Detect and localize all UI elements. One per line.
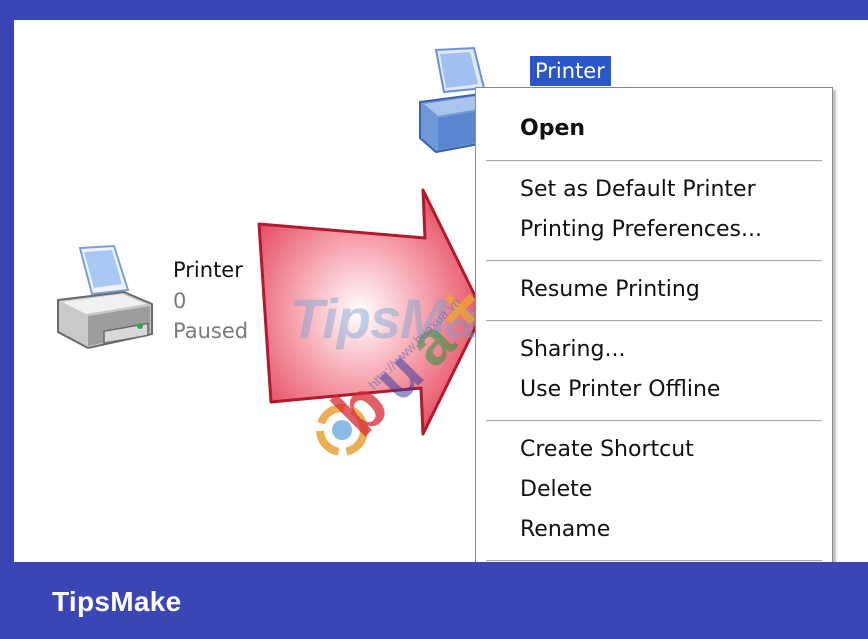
footer-brand: TipsMake [52,586,182,617]
menu-item-set-default[interactable]: Set as Default Printer [520,177,756,202]
menu-separator [486,260,822,262]
menu-item-resume-printing[interactable]: Resume Printing [520,277,700,302]
printer-context-menu: Open Set as Default Printer Printing Pre… [475,87,833,562]
footer-banner: TipsMake [0,562,868,639]
menu-item-create-shortcut[interactable]: Create Shortcut [520,437,694,462]
menu-item-use-offline[interactable]: Use Printer Offline [520,377,720,402]
printer-icon-left[interactable] [54,244,158,364]
printer-left-name[interactable]: Printer [173,258,243,282]
menu-item-open[interactable]: Open [520,116,585,141]
printer-left-jobs: 0 [173,289,187,313]
menu-separator [486,320,822,322]
menu-item-sharing[interactable]: Sharing... [520,337,625,362]
menu-separator [486,160,822,162]
menu-item-printing-preferences[interactable]: Printing Preferences... [520,217,762,242]
menu-separator [486,420,822,422]
printer-top-label[interactable]: Printer [530,56,611,86]
menu-item-delete[interactable]: Delete [520,477,592,502]
printers-folder-view: Printer Printer 0 Paused TipsMake b u a … [14,20,868,562]
printer-left-status: Paused [173,319,249,343]
menu-item-rename[interactable]: Rename [520,517,610,542]
